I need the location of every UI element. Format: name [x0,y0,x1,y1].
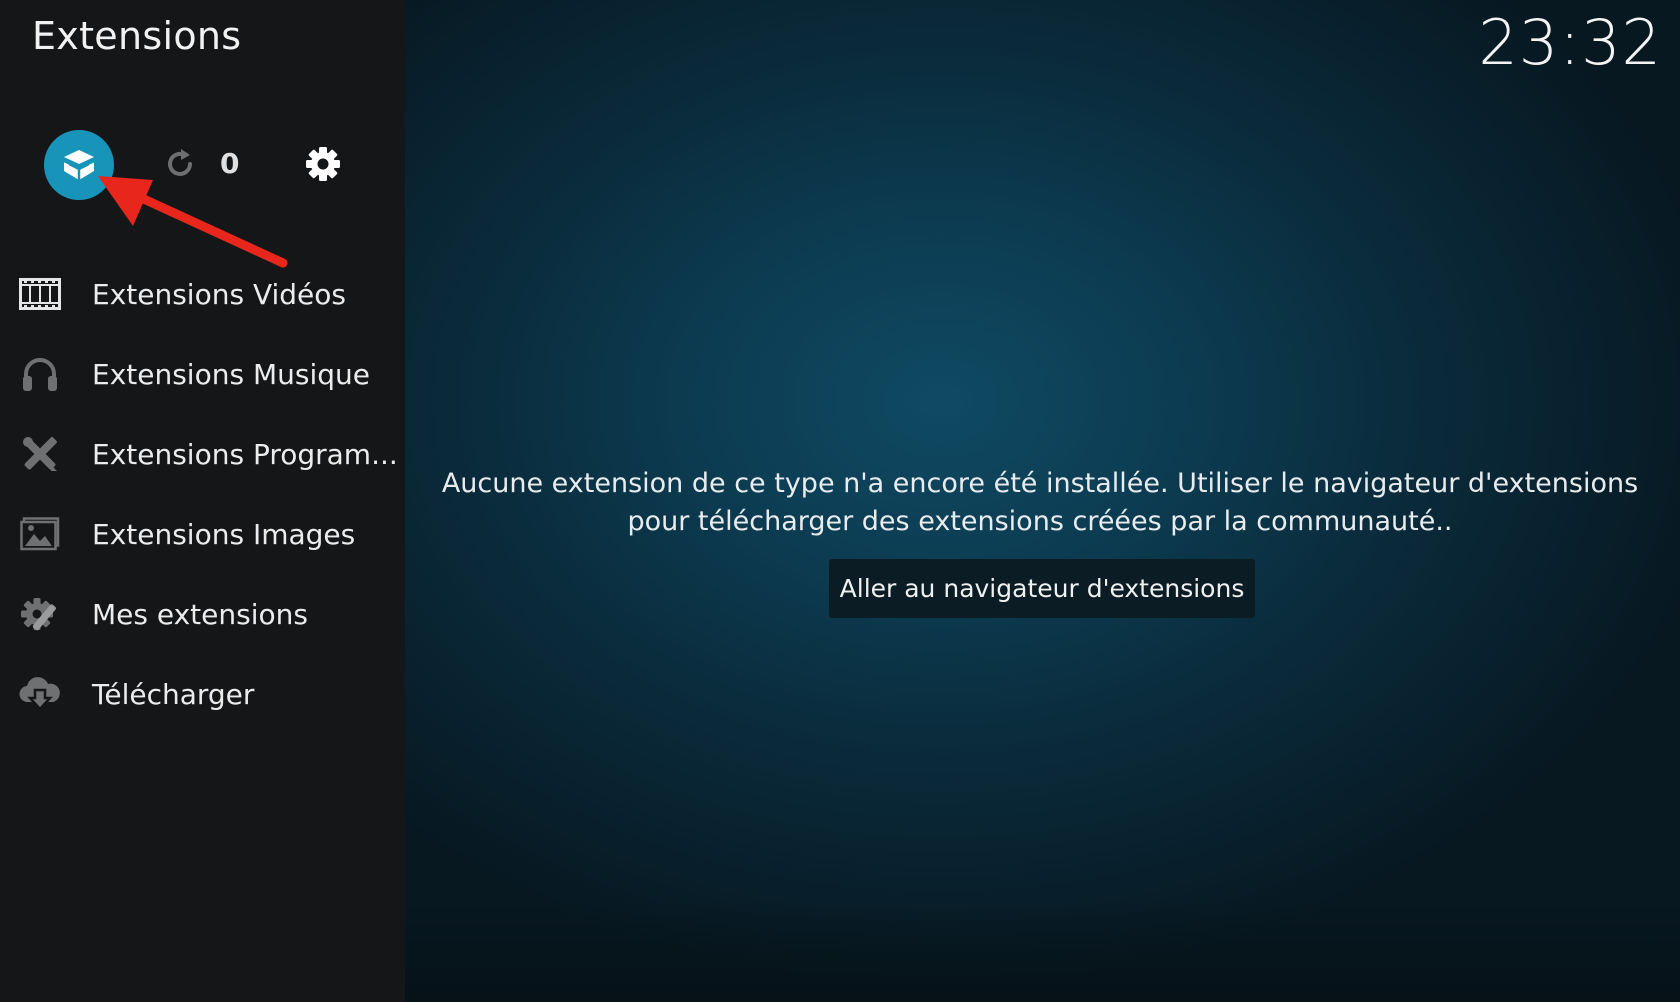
sidebar-item-program-addons[interactable]: Extensions Program... [0,414,405,494]
gear-icon[interactable] [304,145,342,183]
update-count: 0 [220,147,240,180]
page-title: Extensions [32,14,242,58]
sidebar-toolbar: 0 [0,125,405,201]
sidebar: Extensions 0 Extensions Vidéos Extension… [0,0,405,1002]
empty-state-message: Aucune extension de ce type n'a encore é… [441,468,1639,537]
film-icon [18,272,62,316]
sidebar-item-image-addons[interactable]: Extensions Images [0,494,405,574]
headphones-icon [18,352,62,396]
sidebar-nav: Extensions Vidéos Extensions Musique Ext… [0,254,405,734]
bottom-shade [405,900,1680,1002]
kodi-extensions-screen: Extensions 0 Extensions Vidéos Extension… [0,0,1680,1002]
cloud-download-icon [18,672,62,716]
sidebar-item-label: Télécharger [92,677,255,711]
sidebar-item-my-addons[interactable]: Mes extensions [0,574,405,654]
clock: 23:32 [1478,6,1662,79]
open-box-icon [63,150,95,180]
sidebar-item-label: Extensions Images [92,517,356,551]
addon-browser-button[interactable] [44,130,114,200]
sidebar-item-download[interactable]: Télécharger [0,654,405,734]
picture-icon [18,512,62,556]
refresh-icon[interactable] [163,147,197,181]
tools-icon [18,432,62,476]
sidebar-item-label: Extensions Vidéos [92,277,346,311]
go-to-addon-browser-button[interactable]: Aller au navigateur d'extensions [829,559,1255,618]
sidebar-item-label: Mes extensions [92,597,308,631]
sidebar-item-music-addons[interactable]: Extensions Musique [0,334,405,414]
sidebar-item-label: Extensions Musique [92,357,370,391]
gear-puzzle-icon [18,592,62,636]
sidebar-item-label: Extensions Program... [92,437,398,471]
sidebar-item-video-addons[interactable]: Extensions Vidéos [0,254,405,334]
